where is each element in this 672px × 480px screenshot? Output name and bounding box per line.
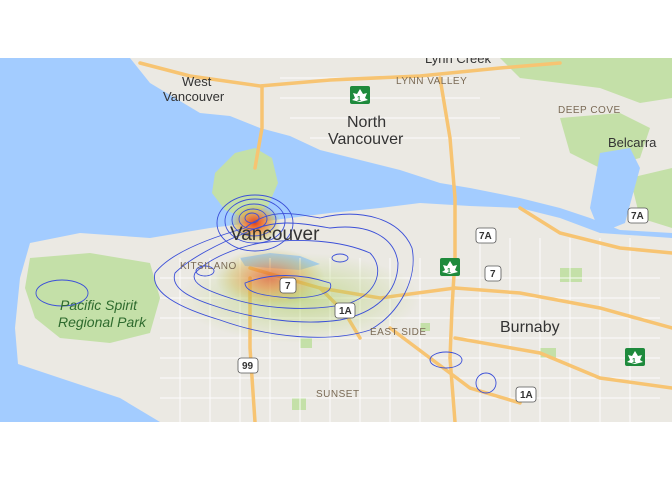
park-patch [292,398,306,410]
highway-1a-shield-south: 1A [515,386,537,403]
label-lynn-valley: LYNN VALLEY [396,76,467,87]
highway-7-shield-center: 7 [484,265,502,282]
label-vancouver: Vancouver [230,224,320,245]
label-pacific-spirit-2: Regional Park [58,314,147,330]
shield-label: 1A [339,306,352,317]
label-belcarra: Belcarra [608,135,657,150]
label-kitsilano: KITSILANO [180,261,237,272]
shield-label: 7A [631,211,644,222]
label-west-vancouver-2: Vancouver [163,89,225,104]
label-west-vancouver-1: West [182,74,212,89]
highway-1-shield-north: 1 [350,86,370,104]
label-pacific-spirit-1: Pacific Spirit [60,297,138,313]
highway-7a-shield-east: 7A [627,207,649,224]
highway-1-shield-east-van: 1 [440,258,460,276]
highway-99-shield: 99 [237,357,259,374]
shield-label: 1 [447,268,451,275]
heatmap-map[interactable]: Lynn Creek West Vancouver LYNN VALLEY No… [0,58,672,422]
shield-label: 7 [490,269,496,280]
label-sunset: SUNSET [316,389,360,400]
park-patch [560,268,582,282]
label-north-vancouver-1: North [347,114,386,131]
shield-label: 1 [357,96,361,103]
highway-7a-shield-center: 7A [475,227,497,244]
heat-glow-mid [215,248,325,308]
highway-7-shield-heat: 7 [279,277,297,294]
label-lynn-creek: Lynn Creek [425,58,491,66]
highway-1a-shield-center: 1A [334,302,356,319]
shield-label: 99 [242,361,254,372]
highway-1-shield-burnaby: 1 [625,348,645,366]
label-north-vancouver-2: Vancouver [328,131,404,148]
label-deep-cove: DEEP COVE [558,105,621,116]
label-east-side: EAST SIDE [370,327,427,338]
shield-label: 7 [285,281,291,292]
shield-label: 1 [632,358,636,365]
shield-label: 1A [520,390,533,401]
shield-label: 7A [479,231,492,242]
label-burnaby: Burnaby [500,319,560,336]
